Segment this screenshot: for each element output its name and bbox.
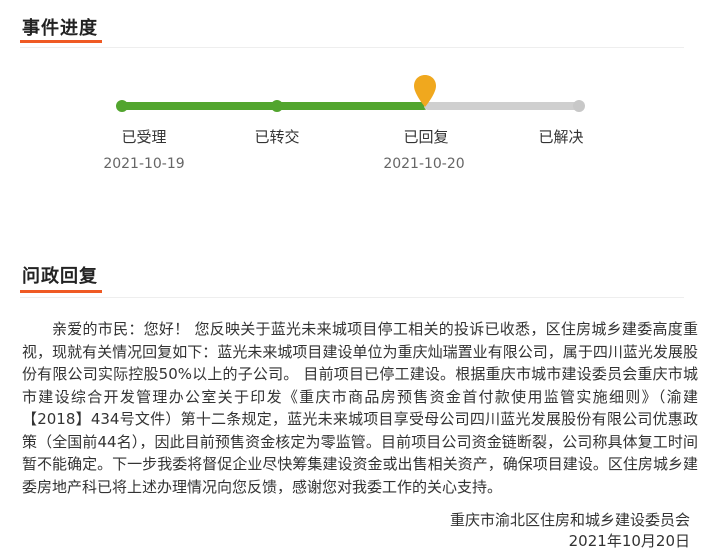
- progress-divider: [20, 47, 684, 48]
- reply-body-text: 亲爱的市民：您好！ 您反映关于蓝光未来城项目停工相关的投诉已收悉，区住房城乡建委…: [22, 320, 698, 496]
- step-dot-accepted: [116, 100, 128, 112]
- step-date-accepted: 2021-10-19: [103, 156, 185, 172]
- step-label-accepted: 已受理: [121, 128, 167, 146]
- reply-sign-date: 2021年10月20日: [568, 532, 690, 550]
- step-label-resolved: 已解决: [538, 128, 584, 146]
- current-step-pin-icon: [414, 75, 436, 107]
- progress-title-underline: [20, 40, 102, 43]
- step-label-replied: 已回复: [403, 128, 449, 146]
- reply-title-underline: [20, 290, 102, 293]
- progress-section-title: 事件进度: [22, 18, 98, 39]
- step-dot-transferred: [271, 100, 283, 112]
- step-dot-resolved: [573, 100, 585, 112]
- progress-track-pending: [424, 102, 584, 110]
- reply-section-title: 问政回复: [22, 266, 98, 287]
- step-date-replied: 2021-10-20: [383, 156, 465, 172]
- step-label-transferred: 已转交: [254, 128, 300, 146]
- reply-divider: [20, 297, 684, 298]
- reply-signature: 重庆市渝北区住房和城乡建设委员会: [449, 511, 690, 529]
